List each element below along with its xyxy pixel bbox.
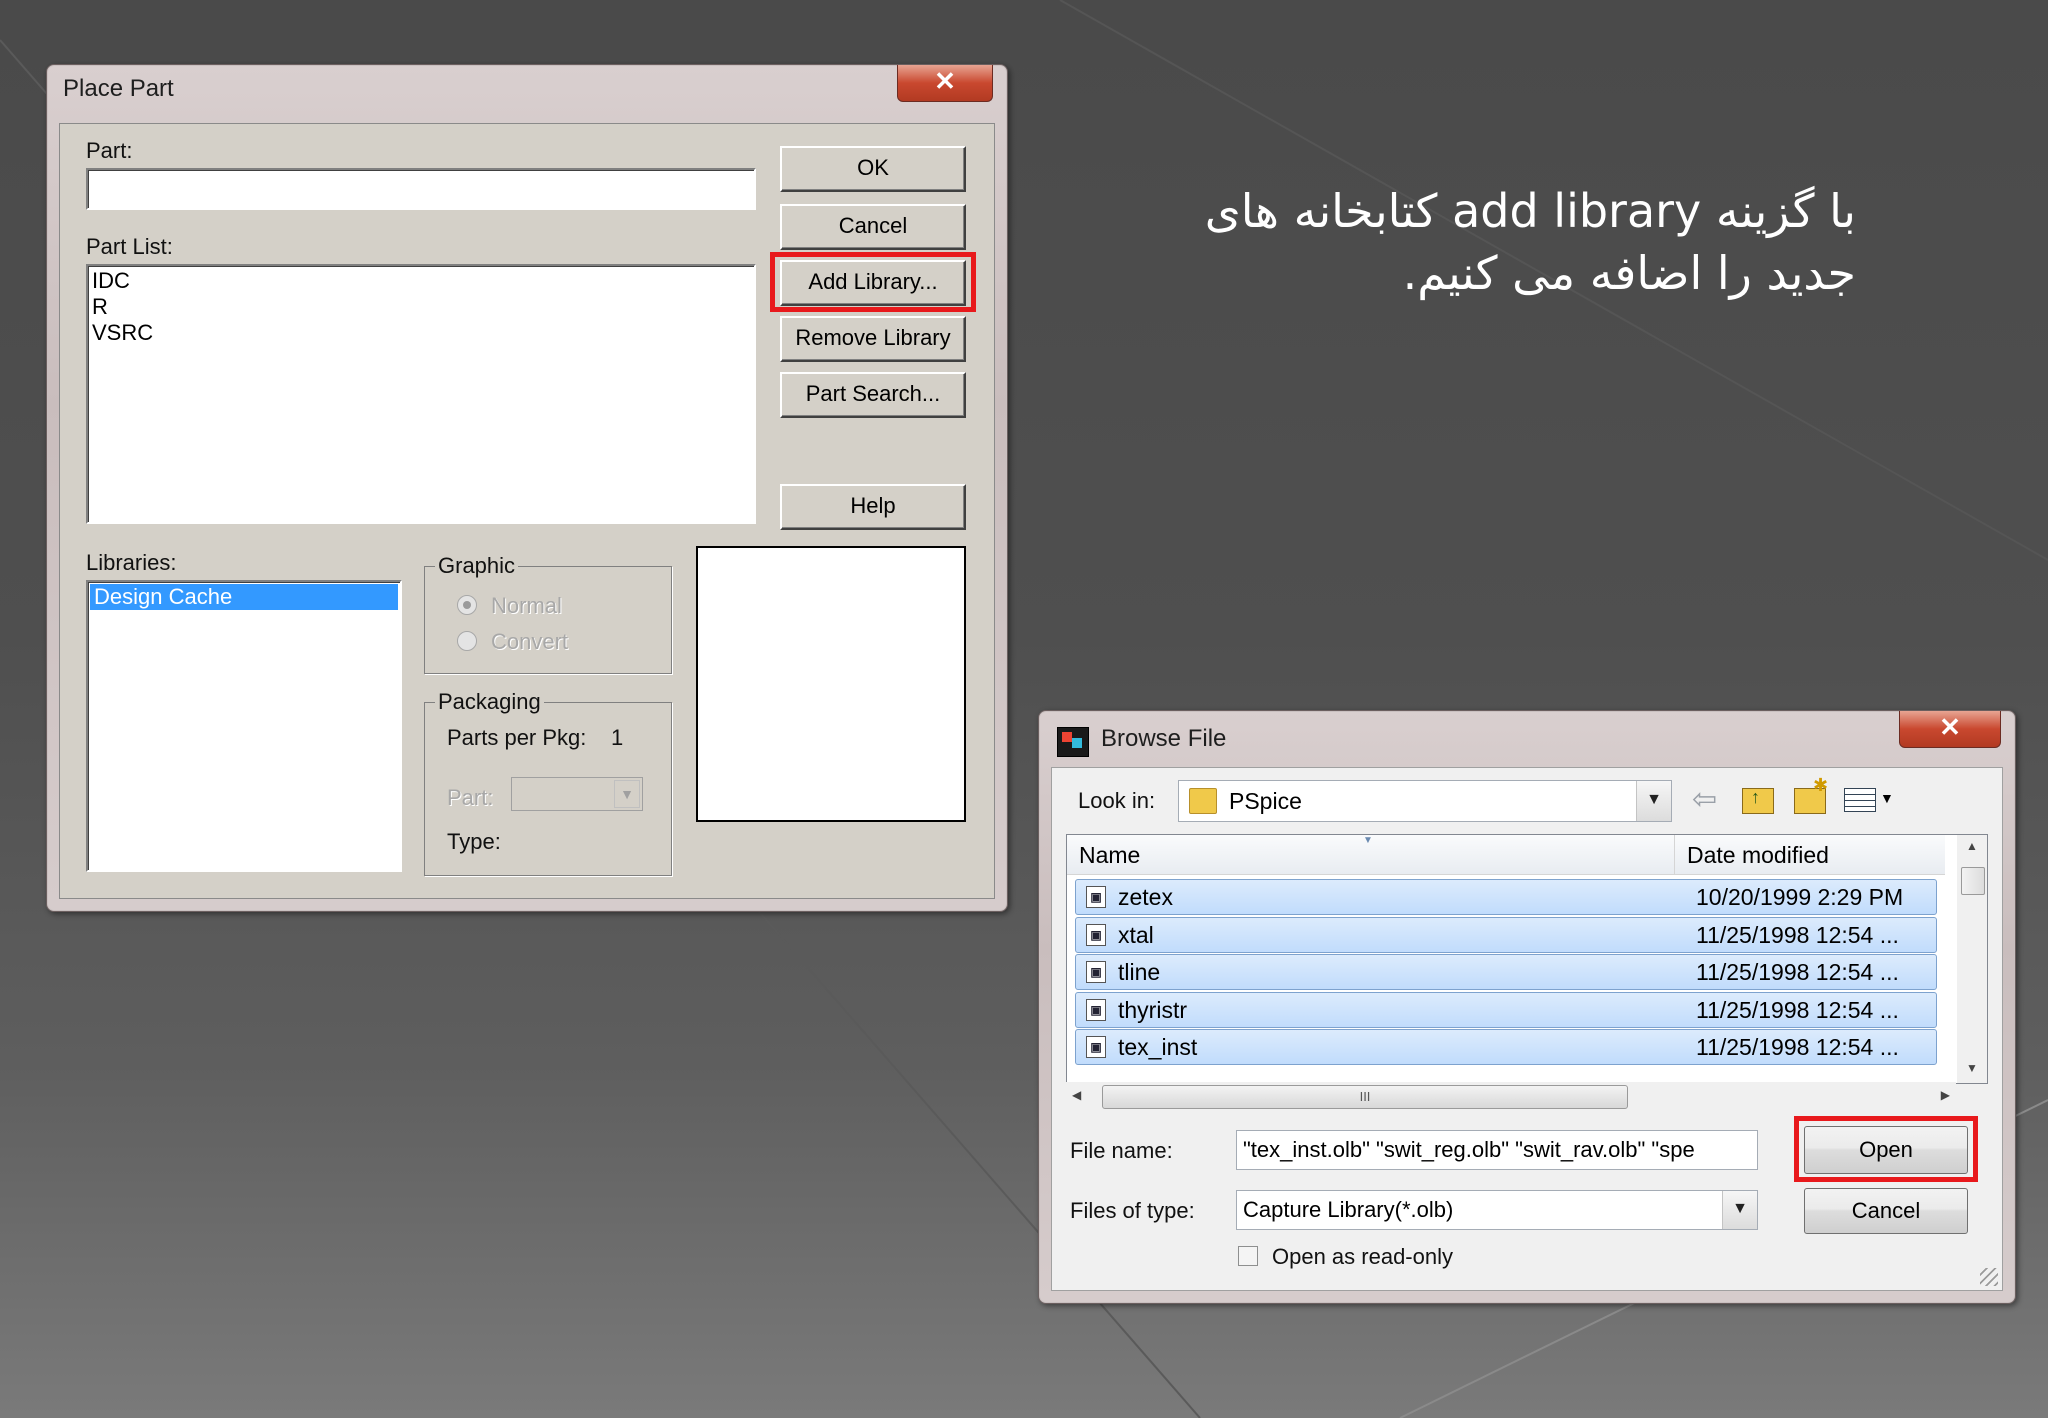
add-library-highlight xyxy=(770,252,976,312)
part-search-button[interactable]: Part Search... xyxy=(780,372,966,418)
part-preview-box xyxy=(696,546,966,822)
close-icon: ✕ xyxy=(934,66,956,96)
column-header-date[interactable]: Date modified xyxy=(1675,835,1945,875)
scroll-grip: III xyxy=(1359,1089,1371,1104)
close-button[interactable]: ✕ xyxy=(897,65,993,102)
parts-per-pkg-label: Parts per Pkg: xyxy=(447,725,587,750)
part-input[interactable] xyxy=(86,168,756,210)
list-item[interactable]: VSRC xyxy=(88,320,754,346)
table-row[interactable]: ▣ tex_inst 11/25/1998 12:54 ... xyxy=(1075,1029,1937,1065)
list-item[interactable]: R xyxy=(88,294,754,320)
parts-per-pkg-value: 1 xyxy=(611,725,624,750)
scrollbar-thumb[interactable] xyxy=(1961,867,1985,895)
scrollbar-thumb[interactable]: III xyxy=(1102,1085,1628,1109)
graphic-group: Graphic Normal Convert xyxy=(424,553,672,674)
place-part-dialog: Place Part ✕ Part: Part List: IDC R VSRC… xyxy=(46,64,1008,912)
cancel-button[interactable]: Cancel xyxy=(1804,1188,1968,1234)
table-row[interactable]: ▣ thyristr 11/25/1998 12:54 ... xyxy=(1075,992,1937,1028)
part-list-box[interactable]: IDC R VSRC xyxy=(86,264,756,524)
file-name-value: "tex_inst.olb" "swit_reg.olb" "swit_rav.… xyxy=(1243,1137,1695,1162)
file-list[interactable]: Name ▼ Date modified ▣ zetex 10/20/1999 … xyxy=(1066,834,1988,1084)
look-in-dropdown[interactable]: PSpice ▼ xyxy=(1178,780,1672,822)
chevron-down-icon[interactable]: ▼ xyxy=(1722,1191,1757,1229)
libraries-label: Libraries: xyxy=(86,550,177,575)
files-of-type-label: Files of type: xyxy=(1070,1198,1195,1223)
back-arrow-icon[interactable]: ⇦ xyxy=(1692,782,1717,817)
convert-radio[interactable] xyxy=(457,631,477,651)
libraries-list-box[interactable]: Design Cache xyxy=(86,580,402,872)
file-date: 11/25/1998 12:54 ... xyxy=(1696,959,1899,985)
convert-label: Convert xyxy=(491,629,569,654)
file-icon: ▣ xyxy=(1086,924,1106,946)
packaging-group: Packaging Parts per Pkg: 1 Part: ▼ Type: xyxy=(424,689,672,876)
horizontal-scrollbar[interactable]: ◀ III ▶ xyxy=(1066,1082,1956,1112)
part-list-label: Part List: xyxy=(86,234,173,259)
normal-label: Normal xyxy=(491,593,562,618)
file-name: zetex xyxy=(1118,884,1173,910)
chevron-down-icon: ▼ xyxy=(614,780,640,808)
part-label: Part: xyxy=(86,138,133,163)
pkg-part-label: Part: xyxy=(447,785,494,810)
look-in-label: Look in: xyxy=(1078,788,1156,813)
graphic-group-title: Graphic xyxy=(435,553,519,579)
file-icon: ▣ xyxy=(1086,1036,1106,1058)
cancel-button[interactable]: Cancel xyxy=(780,204,966,250)
view-menu-icon[interactable]: ▼ xyxy=(1844,788,1896,812)
file-date: 10/20/1999 2:29 PM xyxy=(1696,884,1904,910)
file-icon: ▣ xyxy=(1086,886,1106,908)
pkg-part-dropdown[interactable]: ▼ xyxy=(511,777,643,811)
help-button[interactable]: Help xyxy=(780,484,966,530)
read-only-checkbox[interactable] xyxy=(1238,1246,1258,1266)
file-icon: ▣ xyxy=(1086,999,1106,1021)
read-only-label: Open as read-only xyxy=(1272,1244,1453,1269)
open-button-highlight xyxy=(1794,1116,1978,1182)
scroll-left-icon[interactable]: ◀ xyxy=(1072,1088,1081,1102)
folder-icon xyxy=(1189,788,1217,814)
browse-file-dialog: Browse File ✕ Look in: PSpice ▼ ⇦ ↑ ✱ ▼ … xyxy=(1038,710,2016,1304)
new-folder-icon[interactable]: ✱ xyxy=(1794,775,1828,814)
dialog-body: Look in: PSpice ▼ ⇦ ↑ ✱ ▼ Name ▼ Date mo… xyxy=(1051,767,2003,1291)
packaging-group-title: Packaging xyxy=(435,689,544,715)
scroll-right-icon[interactable]: ▶ xyxy=(1941,1088,1950,1102)
file-name-label: File name: xyxy=(1070,1138,1173,1163)
dialog-title: Place Part xyxy=(63,75,174,102)
vertical-scrollbar[interactable]: ▲ ▼ xyxy=(1957,835,1987,1083)
file-date: 11/25/1998 12:54 ... xyxy=(1696,1034,1899,1060)
file-name: tline xyxy=(1118,959,1161,985)
file-name: xtal xyxy=(1118,922,1154,948)
dialog-title: Browse File xyxy=(1101,725,1227,752)
file-date: 11/25/1998 12:54 ... xyxy=(1696,922,1899,948)
close-button[interactable]: ✕ xyxy=(1899,711,2001,748)
up-folder-icon[interactable]: ↑ xyxy=(1742,787,1774,814)
table-row[interactable]: ▣ xtal 11/25/1998 12:54 ... xyxy=(1075,917,1937,953)
dialog-body: Part: Part List: IDC R VSRC Libraries: D… xyxy=(59,123,995,899)
file-name: thyristr xyxy=(1118,997,1187,1023)
files-of-type-value: Capture Library(*.olb) xyxy=(1243,1197,1454,1222)
table-row[interactable]: ▣ zetex 10/20/1999 2:29 PM xyxy=(1075,879,1937,915)
caption-line-1: با گزینه add library کتابخانه های xyxy=(1204,184,1856,238)
file-date: 11/25/1998 12:54 ... xyxy=(1696,997,1899,1023)
slide-caption: با گزینه add library کتابخانه های جدید ر… xyxy=(1096,180,1856,304)
sort-indicator-icon: ▼ xyxy=(1363,835,1373,846)
close-icon: ✕ xyxy=(1939,712,1961,742)
caption-line-2: جدید را اضافه می کنیم. xyxy=(1402,246,1856,300)
resize-grip-icon[interactable] xyxy=(1980,1268,1998,1286)
ok-button[interactable]: OK xyxy=(780,146,966,192)
files-of-type-dropdown[interactable]: Capture Library(*.olb) ▼ xyxy=(1236,1190,1758,1230)
list-item-selected[interactable]: Design Cache xyxy=(90,584,398,610)
scroll-up-icon[interactable]: ▲ xyxy=(1966,839,1978,853)
app-icon xyxy=(1057,727,1089,757)
type-label: Type: xyxy=(447,829,501,854)
file-name-input[interactable]: "tex_inst.olb" "swit_reg.olb" "swit_rav.… xyxy=(1236,1130,1758,1170)
remove-library-button[interactable]: Remove Library xyxy=(780,316,966,362)
table-row[interactable]: ▣ tline 11/25/1998 12:54 ... xyxy=(1075,954,1937,990)
scroll-down-icon[interactable]: ▼ xyxy=(1966,1061,1978,1075)
file-name: tex_inst xyxy=(1118,1034,1198,1060)
list-item[interactable]: IDC xyxy=(88,268,754,294)
look-in-value: PSpice xyxy=(1229,788,1302,814)
chevron-down-icon[interactable]: ▼ xyxy=(1636,781,1671,821)
normal-radio[interactable] xyxy=(457,595,477,615)
file-icon: ▣ xyxy=(1086,961,1106,983)
